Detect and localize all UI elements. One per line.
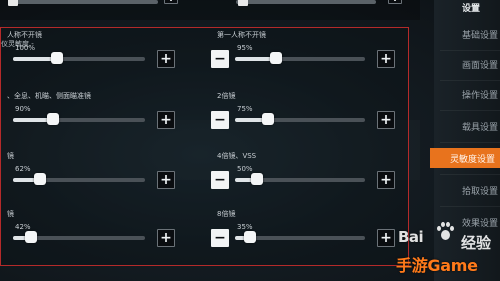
top-settings-strip: + + — [0, 0, 420, 20]
increase-button[interactable]: + — [157, 229, 175, 247]
sensitivity-setting: 第一人称不开镜 95% − + — [211, 30, 395, 70]
sidebar-item[interactable]: 拾取设置 — [434, 180, 500, 200]
sensitivity-setting: 镜 62% + — [0, 151, 181, 191]
setting-value: 42% — [15, 223, 31, 231]
decrease-button[interactable]: − — [211, 50, 229, 68]
increase-button[interactable]: + — [377, 50, 395, 68]
setting-label: 镜 — [7, 152, 14, 160]
increase-button[interactable]: + — [157, 50, 175, 68]
sensitivity-slider[interactable] — [235, 173, 365, 185]
decrease-button[interactable]: − — [211, 229, 229, 247]
sidebar-divider — [440, 50, 500, 51]
setting-value: 95% — [237, 44, 253, 52]
sidebar-divider — [440, 110, 500, 111]
sensitivity-panel: 仪灵敏度 - 人称不开镜 100% + 第一人称不开镜 95% − + 、全息、机瞄、侧面瞄准… — [0, 27, 409, 266]
setting-label: 、全息、机瞄、侧面瞄准镜 — [7, 92, 91, 100]
setting-label: 第一人称不开镜 — [217, 31, 266, 39]
setting-label: 2倍镜 — [217, 92, 236, 100]
sidebar-item[interactable]: 灵敏度设置 — [430, 148, 500, 168]
slider-handle[interactable] — [25, 231, 38, 243]
slider-handle[interactable] — [270, 52, 283, 64]
increase-button[interactable]: + — [157, 111, 175, 129]
setting-value: 75% — [237, 105, 253, 113]
top-slider-handle-left[interactable] — [8, 0, 18, 6]
sensitivity-slider[interactable] — [235, 52, 365, 64]
top-plus-button-left[interactable]: + — [164, 0, 178, 4]
decrease-button[interactable]: − — [211, 171, 229, 189]
setting-label: 8倍镜 — [217, 210, 236, 218]
sidebar-item[interactable]: 基础设置 — [434, 24, 500, 44]
sensitivity-slider[interactable] — [13, 52, 145, 64]
top-slider-handle-right[interactable] — [238, 0, 248, 6]
setting-label: 人称不开镜 — [7, 31, 42, 39]
setting-value: 50% — [237, 165, 253, 173]
sidebar-item[interactable]: 画面设置 — [434, 54, 500, 74]
sensitivity-slider[interactable] — [235, 113, 365, 125]
baidu-paw-icon — [436, 222, 454, 242]
top-plus-button-right[interactable]: + — [388, 0, 402, 4]
increase-button[interactable]: + — [377, 111, 395, 129]
decrease-button[interactable]: − — [211, 111, 229, 129]
increase-button[interactable]: + — [377, 171, 395, 189]
slider-handle[interactable] — [250, 173, 263, 185]
slider-handle[interactable] — [34, 173, 47, 185]
increase-button[interactable]: + — [377, 229, 395, 247]
increase-button[interactable]: + — [157, 171, 175, 189]
setting-label: 镜 — [7, 210, 14, 218]
sidebar-item[interactable]: 载具设置 — [434, 116, 500, 136]
top-slider-track-right[interactable] — [236, 0, 376, 6]
slider-handle[interactable] — [244, 231, 257, 243]
sensitivity-setting: 、全息、机瞄、侧面瞄准镜 90% + — [0, 91, 181, 131]
sensitivity-setting: 4倍镜、VSS 50% − + — [211, 151, 395, 191]
sensitivity-setting: 8倍镜 35% − + — [211, 209, 395, 249]
setting-value: 35% — [237, 223, 253, 231]
sensitivity-slider[interactable] — [235, 231, 365, 243]
sensitivity-setting: 2倍镜 75% − + — [211, 91, 395, 131]
setting-value: 100% — [15, 44, 36, 52]
site-watermark: 手游Game — [396, 256, 478, 275]
slider-handle[interactable] — [51, 52, 63, 64]
sidebar-divider — [440, 174, 500, 175]
sensitivity-slider[interactable] — [13, 113, 145, 125]
baidu-watermark-suffix: 经验 — [461, 234, 492, 252]
slider-handle[interactable] — [261, 113, 274, 125]
sidebar-divider — [440, 206, 500, 207]
setting-value: 90% — [15, 105, 31, 113]
sensitivity-slider[interactable] — [13, 231, 145, 243]
sensitivity-setting: 人称不开镜 100% + — [0, 30, 181, 70]
sensitivity-setting: 镜 42% + — [0, 209, 181, 249]
sidebar-divider — [440, 80, 500, 81]
top-slider-track-left[interactable] — [8, 0, 158, 6]
sensitivity-slider[interactable] — [13, 173, 145, 185]
baidu-watermark-text: Bai — [398, 228, 424, 246]
sidebar-item[interactable]: 操作设置 — [434, 84, 500, 104]
slider-handle[interactable] — [46, 113, 59, 125]
setting-value: 62% — [15, 165, 31, 173]
setting-label: 4倍镜、VSS — [217, 152, 257, 160]
sidebar-header: 设置 — [462, 3, 481, 14]
sidebar-divider — [440, 142, 500, 143]
